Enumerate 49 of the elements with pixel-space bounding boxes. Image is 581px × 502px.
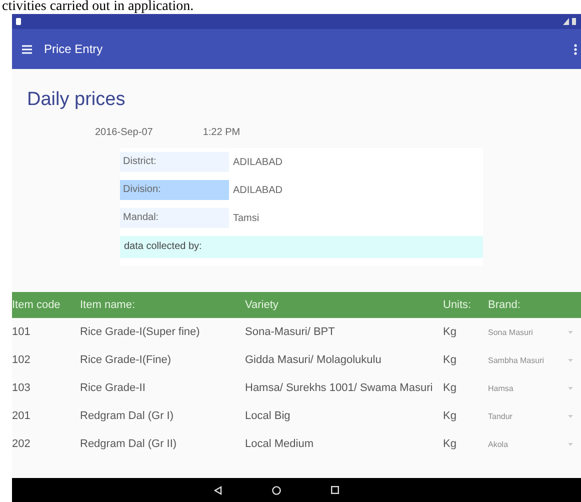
column-header: Item code [12,299,62,311]
notification-icon [16,18,21,25]
table-cell-text: Redgram Dal (Gr I) [80,410,175,422]
home-icon[interactable] [272,486,281,494]
table-cell-text: Kg [443,410,458,422]
table-cell-text: 102 [12,354,32,366]
column-header: Item name: [80,299,136,311]
field-value: Tamsi [233,212,260,224]
field-label: District: [120,152,229,172]
brand-field[interactable]: Sambha Masuri [488,356,560,364]
page-heading: Daily prices [27,89,126,111]
table-cell-text: Gidda Masuri/ Molagolukulu [245,354,382,366]
field-value: ADILABAD [233,184,282,196]
back-icon[interactable] [214,486,222,494]
table-cell-text: 103 [12,382,32,394]
recents-icon[interactable] [331,486,339,494]
table-cell-text: Kg [443,438,458,450]
table-cell-text: Kg [443,326,458,338]
column-header: Brand: [488,299,522,311]
menu-icon[interactable] [22,44,32,54]
time-text: 1:22 PM [202,127,240,138]
table-cell-text: Kg [443,382,458,394]
overflow-menu-icon[interactable] [574,44,577,54]
table-cell-text: 202 [12,438,32,450]
status-icons [563,18,577,25]
column-header: Variety [245,299,280,311]
table-cell-text: Rice Grade-I(Fine) [80,354,172,366]
collected-by-field[interactable]: data collected by: [120,236,483,258]
table-cell-text: Local Big [245,410,292,422]
field-label: Mandal: [120,208,229,228]
table-cell-text: Local Medium [245,438,314,450]
table-cell-text: Redgram Dal (Gr II) [80,438,178,450]
table-cell-text: 201 [12,410,32,422]
table-cell-text: Rice Grade-II [80,382,146,394]
table-cell-text: Rice Grade-I(Super fine) [80,326,201,338]
column-header: Units: [443,299,472,311]
figure-caption: ctivities carried out in application. [2,0,194,14]
table-cell-text: Hamsa/ Surekhs 1001/ Swama Masuri [245,382,434,394]
app-title: Price Entry [44,42,104,56]
date-text: 2016-Sep-07 [95,127,153,138]
table-cell-text: Sona-Masuri/ BPT [245,326,336,338]
brand-field[interactable]: Akola [488,440,560,448]
brand-field[interactable]: Sona Masuri [488,328,560,336]
field-label: Division: [120,180,229,200]
table-cell-text: Kg [443,354,458,366]
table-cell-text: 101 [12,326,32,338]
brand-field[interactable]: Tandur [488,412,560,420]
field-value: ADILABAD [233,156,282,168]
brand-field[interactable]: Hamsa [488,384,560,392]
